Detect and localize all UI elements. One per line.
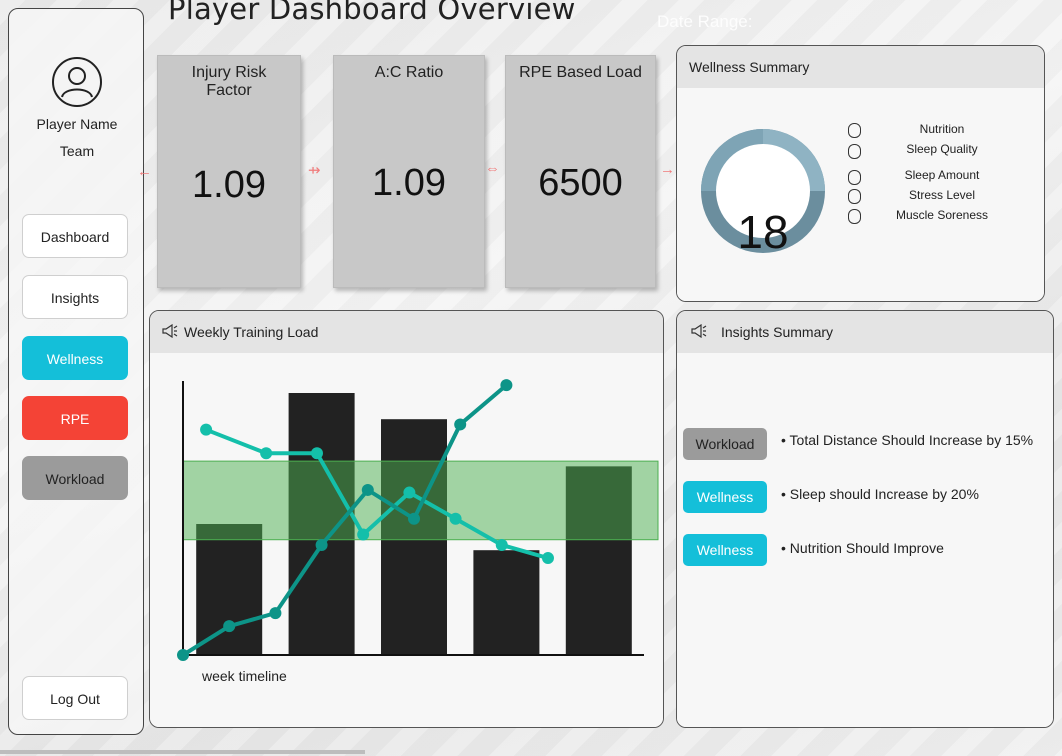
chart-point (315, 538, 328, 551)
chart-bar (196, 524, 263, 655)
insight-text: Total Distance Should Increase by 15% (789, 432, 1034, 448)
wellness-summary-header: Wellness Summary (677, 46, 1044, 88)
injury-risk-title: Injury Risk Factor (191, 64, 267, 99)
chart-point (361, 483, 374, 496)
legend-sleep-amount: Sleep Amount (904, 168, 980, 182)
rpe-load-title: RPE Based Load (519, 64, 642, 81)
chart-point (260, 447, 273, 460)
insights-summary-body: Workload • Total Distance Should Increas… (677, 353, 1053, 727)
chart-point (500, 379, 513, 392)
insights-summary-header: Insights Summary (677, 311, 1053, 353)
wellness-summary-title: Wellness Summary (689, 59, 810, 75)
ac-ratio-card[interactable]: A:C Ratio 1.09 (333, 55, 485, 288)
chart-point (357, 528, 370, 541)
arrow-right-icon: → (660, 161, 675, 178)
megaphone-icon (162, 323, 178, 341)
training-load-panel: Weekly Training Load week timeline (149, 310, 664, 728)
legend-sleep-quality: Sleep Quality (906, 142, 978, 156)
bidirectional-arrow-icon: ⇔ (485, 160, 500, 177)
nav-insights-button[interactable]: Insights (22, 275, 128, 319)
chart-point (449, 512, 462, 525)
nav-wellness-button[interactable]: Wellness (22, 336, 128, 380)
ac-ratio-title: A:C Ratio (374, 64, 444, 81)
wellness-summary-panel: Wellness Summary 18 Nutrition Sleep Qual… (676, 45, 1045, 302)
nav-rpe-button[interactable]: RPE (22, 396, 128, 440)
chart-point (408, 512, 420, 525)
rpe-load-card[interactable]: RPE Based Load 6500 (505, 55, 656, 288)
chart-bar (473, 550, 540, 655)
chart-point (541, 552, 554, 565)
chart-point (454, 418, 467, 431)
logout-button[interactable]: Log Out (22, 676, 128, 720)
legend-stress-level: Stress Level (908, 188, 976, 202)
training-load-title: Weekly Training Load (184, 324, 319, 340)
insights-summary-title: Insights Summary (721, 324, 834, 340)
nav-workload-button[interactable]: Workload (22, 456, 128, 500)
bottom-divider (0, 750, 365, 754)
wellness-score: 18 (737, 206, 789, 258)
wellness-summary-body: 18 Nutrition Sleep Quality Sleep Amount … (677, 88, 1044, 301)
chart-point (310, 447, 323, 460)
insight-tag-workload[interactable]: Workload (683, 428, 767, 460)
insight-tag-wellness[interactable]: Wellness (683, 534, 767, 566)
chart-point (269, 607, 282, 620)
nav-dashboard-button[interactable]: Dashboard (22, 214, 128, 258)
insight-text: Sleep should Increase by 20% (789, 486, 979, 502)
player-name: Player Name (36, 116, 118, 132)
training-load-header: Weekly Training Load (150, 311, 663, 353)
injury-risk-value: 1.09 (192, 164, 266, 206)
sidebar: Player Name Team Dashboard Insights Well… (8, 8, 144, 735)
ac-ratio-value: 1.09 (372, 162, 446, 204)
legend-muscle-soreness: Muscle Soreness (895, 208, 989, 222)
training-load-body: week timeline (150, 353, 663, 727)
insight-tag-wellness[interactable]: Wellness (683, 481, 767, 513)
collapse-arrows-icon: ⇸ (308, 162, 321, 179)
insight-item: • Nutrition Should Improve (781, 540, 944, 556)
user-avatar-icon[interactable] (52, 57, 102, 107)
injury-risk-card[interactable]: Injury Risk Factor 1.09 (157, 55, 301, 288)
chart-xlabel: week timeline (202, 668, 287, 684)
training-load-chart (177, 379, 659, 661)
page-title: Player Dashboard Overview (168, 0, 576, 26)
arrow-left-icon: ← (137, 163, 152, 180)
insights-summary-panel: Insights Summary Workload • Total Distan… (676, 310, 1054, 728)
chart-point (495, 538, 508, 551)
chart-point (223, 620, 236, 633)
insight-item: • Sleep should Increase by 20% (781, 486, 979, 502)
chart-point (403, 486, 416, 499)
chart-point (200, 423, 213, 436)
insight-item: • Total Distance Should Increase by 15% (781, 432, 1034, 448)
legend-nutrition: Nutrition (919, 122, 965, 136)
rpe-load-value: 6500 (538, 162, 623, 204)
megaphone-icon (691, 323, 707, 341)
insight-text: Nutrition Should Improve (789, 540, 944, 556)
team-name: Team (59, 143, 95, 159)
date-range-label[interactable]: Date Range: (657, 12, 752, 32)
chart-point (177, 649, 189, 661)
